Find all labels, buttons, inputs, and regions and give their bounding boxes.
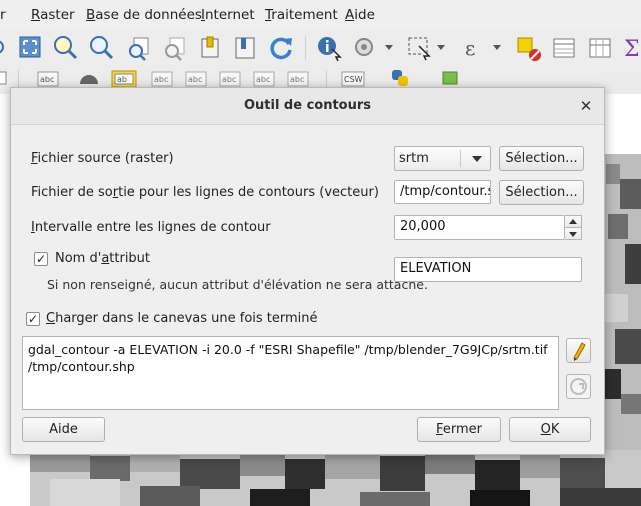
run-feature-action-icon[interactable] xyxy=(352,35,378,61)
chevron-down-icon[interactable] xyxy=(436,44,446,52)
menu-item-raster[interactable]: Raster xyxy=(31,7,75,23)
pencil-icon xyxy=(573,342,586,361)
svg-text:ab: ab xyxy=(117,75,127,84)
dialog-title: Outil de contours xyxy=(243,98,372,113)
source-file-combo[interactable]: srtm xyxy=(394,146,491,171)
csw-label: CSW xyxy=(344,75,363,84)
interval-label: Intervalle entre les lignes de contour xyxy=(31,220,271,235)
zoom-full-icon[interactable] xyxy=(18,35,42,59)
chevron-down-icon[interactable] xyxy=(492,44,502,52)
select-features-icon[interactable] xyxy=(406,35,434,61)
svg-text:abc: abc xyxy=(290,75,304,84)
main-toolbar: ε Σ xyxy=(0,30,641,66)
svg-text:abc: abc xyxy=(188,75,202,84)
menu-item-web[interactable]: Internet xyxy=(201,7,255,23)
ok-button[interactable]: OK xyxy=(509,417,591,442)
help-button[interactable]: Aide xyxy=(22,417,105,442)
attribute-table-icon[interactable] xyxy=(551,36,577,62)
output-select-button[interactable]: Sélection... xyxy=(499,180,584,205)
menu-bar: r Raster Base de données Internet Traite… xyxy=(0,0,641,31)
toolbar-separator xyxy=(18,70,19,88)
menu-item-database[interactable]: Base de données xyxy=(86,7,202,23)
field-calculator-icon[interactable] xyxy=(587,36,613,62)
select-by-expression-icon[interactable]: ε xyxy=(462,35,488,61)
svg-text:abc: abc xyxy=(154,75,168,84)
close-button[interactable]: Fermer xyxy=(417,417,501,442)
output-file-label: Fichier de sortie pour les lignes de con… xyxy=(31,185,379,200)
svg-text:Σ: Σ xyxy=(624,37,640,61)
toolbar-separator xyxy=(326,70,327,88)
close-icon[interactable]: ✕ xyxy=(575,95,597,117)
combo-divider xyxy=(460,150,461,167)
toolbar-separator xyxy=(305,36,306,60)
svg-text:ε: ε xyxy=(465,36,475,60)
zoom-to-selection-icon[interactable] xyxy=(52,35,78,61)
zoom-next-icon[interactable] xyxy=(162,36,188,62)
command-text-area[interactable]: gdal_contour -a ELEVATION -i 20.0 -f "ES… xyxy=(22,336,559,410)
new-bookmark-icon[interactable] xyxy=(198,35,224,61)
menu-item-help[interactable]: Aide xyxy=(345,7,375,23)
svg-text:abc: abc xyxy=(222,75,236,84)
reset-icon xyxy=(570,378,587,395)
zoom-to-layer-icon[interactable] xyxy=(88,35,114,61)
identify-icon[interactable] xyxy=(316,35,342,61)
source-select-button[interactable]: Sélection... xyxy=(499,146,584,171)
load-canvas-checkbox[interactable]: ✓ xyxy=(26,312,40,326)
reset-command-button[interactable] xyxy=(566,374,591,399)
deselect-features-icon[interactable] xyxy=(515,35,543,63)
chevron-down-icon[interactable] xyxy=(384,44,394,52)
dialog-titlebar[interactable]: Outil de contours ✕ xyxy=(11,88,604,125)
show-bookmarks-icon[interactable] xyxy=(233,35,259,61)
statistics-icon[interactable]: Σ xyxy=(623,35,641,61)
menu-item-view[interactable]: r xyxy=(0,7,6,23)
attribute-name-label: Nom d'attribut xyxy=(55,251,151,266)
command-line-2: /tmp/contour.shp xyxy=(28,359,135,374)
zoom-last-icon[interactable] xyxy=(126,36,152,62)
load-canvas-label: Charger dans le canevas une fois terminé xyxy=(46,311,318,326)
python-console-icon[interactable] xyxy=(388,67,414,89)
output-file-input[interactable]: /tmp/contour.sh xyxy=(394,180,491,204)
svg-text:abc: abc xyxy=(256,75,270,84)
refresh-icon[interactable] xyxy=(269,35,295,61)
attribute-name-input[interactable]: ELEVATION xyxy=(394,257,582,282)
source-file-label: Fichier source (raster) xyxy=(31,151,174,166)
pin-labels-icon[interactable] xyxy=(76,66,102,88)
spin-down-button[interactable] xyxy=(565,227,582,240)
attribute-hint: Si non renseigné, aucun attribut d'éléva… xyxy=(47,277,428,292)
layer-icon[interactable] xyxy=(0,68,10,88)
contour-dialog: Outil de contours ✕ Fichier source (rast… xyxy=(10,87,605,455)
command-line-1: gdal_contour -a ELEVATION -i 20.0 -f "ES… xyxy=(28,342,548,357)
pan-icon[interactable] xyxy=(0,38,8,56)
plugin-icon[interactable] xyxy=(438,67,464,89)
edit-command-button[interactable] xyxy=(566,338,591,363)
attribute-checkbox[interactable]: ✓ xyxy=(34,252,48,266)
interval-spinbox[interactable]: 20,000 xyxy=(394,215,565,240)
menu-item-processing[interactable]: Traitement xyxy=(265,7,338,23)
source-file-value: srtm xyxy=(399,151,429,166)
chevron-down-icon xyxy=(472,156,482,162)
abc-label: abc xyxy=(40,75,54,84)
